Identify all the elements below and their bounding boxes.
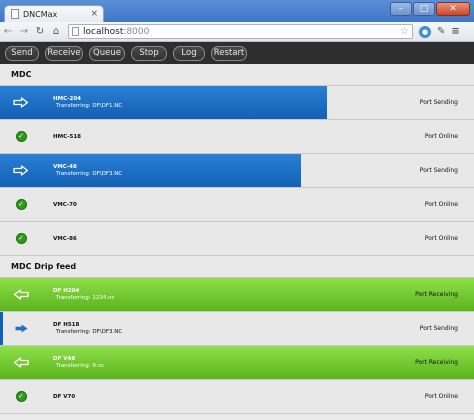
machine-name: DF V70 [53,393,76,400]
minimize-button[interactable]: – [390,2,412,16]
restart-button[interactable]: Restart [211,45,247,61]
check-circle-icon: ✓ [4,131,38,142]
wrench-icon[interactable]: ✎ [437,26,445,37]
menu-icon[interactable]: ≡ [451,26,459,37]
port-status: Port Sending [419,325,458,332]
machine-row[interactable]: ✓ VMC-86 Port Online [0,222,474,256]
transfer-status-text: Transferring: DF\DF1.NC [56,103,123,109]
page-icon [72,27,79,36]
machine-name: HMC-204 [53,96,82,102]
forward-arrow-icon[interactable]: → [16,26,32,37]
tab-title: DNCMax [23,9,58,19]
queue-button[interactable]: Queue [89,45,125,61]
receive-button[interactable]: Receive [45,45,83,61]
machine-row[interactable]: ✓ DF V70 Port Online [0,380,474,414]
back-arrow-icon[interactable]: ← [0,26,16,37]
arrow-right-outline-icon [4,97,38,108]
browser-tab[interactable]: DNCMax × [4,5,104,22]
transfer-status-text: Transferring: DF\DF3.NC [56,329,123,335]
port-status: Port Receiving [415,291,458,298]
port-status: Port Online [424,235,458,242]
transfer-status-text: Transferring: DF\DF3.NC [56,171,123,177]
machine-name: DF H204 [53,288,80,294]
log-button[interactable]: Log [173,45,205,61]
send-button[interactable]: Send [5,45,39,61]
tab-close-icon[interactable]: × [90,9,98,19]
machine-row[interactable]: DF H204 Transferring: 1234.nc Port Receivi… [0,278,474,312]
browser-titlebar: DNCMax × – □ ✕ [0,0,474,22]
url-text: localhost:8000 [83,26,150,37]
arrow-left-outline-icon [4,289,38,300]
port-status: Port Sending [419,99,458,106]
check-circle-icon: ✓ [4,391,38,402]
machine-name: DF H518 [53,322,80,328]
reload-icon[interactable]: ↻ [32,26,48,37]
transfer-status-text: Transferring: 1234.nc [56,295,115,301]
arrow-right-solid-icon [4,324,38,333]
arrow-left-outline-icon [4,357,38,368]
dncmax-app: Send Receive Queue Stop Log Restart MDC H… [0,42,474,420]
page-favicon-icon [11,9,19,19]
machine-row[interactable]: DF V48 Transferring: 9.nc Port Receiving [0,346,474,380]
machine-name: VMC-48 [53,164,77,170]
check-circle-icon: ✓ [4,199,38,210]
window-controls: – □ ✕ [390,2,470,16]
machine-name: HMC-518 [53,133,82,140]
port-status: Port Receiving [415,359,458,366]
home-icon[interactable]: ⌂ [48,26,64,37]
section-title-drip: MDC Drip feed [0,256,474,278]
machine-name: DF V48 [53,356,76,362]
arrow-right-outline-icon [4,165,38,176]
machine-row[interactable]: ✓ VMC-70 Port Online [0,188,474,222]
machine-name: VMC-70 [53,201,77,208]
machine-name: VMC-86 [53,235,77,242]
stop-button[interactable]: Stop [131,45,167,61]
port-status: Port Online [424,201,458,208]
machine-row[interactable]: ✓ HMC-518 Port Online [0,120,474,154]
section-title-mdc: MDC [0,64,474,86]
command-bar: Send Receive Queue Stop Log Restart [0,42,474,64]
browser-toolbar: ← → ↻ ⌂ localhost:8000 ☆ ● ✎ ≡ [0,22,474,42]
address-bar[interactable]: localhost:8000 ☆ [68,24,413,39]
close-window-button[interactable]: ✕ [436,2,470,16]
port-status: Port Online [424,393,458,400]
bookmark-star-icon[interactable]: ☆ [400,26,409,37]
transfer-status-text: Transferring: 9.nc [56,363,105,369]
port-status: Port Online [424,133,458,140]
check-circle-icon: ✓ [4,233,38,244]
maximize-button[interactable]: □ [413,2,435,16]
machine-row[interactable]: VMC-48 Transferring: DF\DF3.NC Port Sendin… [0,154,474,188]
port-status: Port Sending [419,167,458,174]
machine-row[interactable]: DF H518 Transferring: DF\DF3.NC Port Sendi… [0,312,474,346]
extension-icon[interactable]: ● [419,25,431,38]
machine-row[interactable]: HMC-204 Transferring: DF\DF1.NC Port Sendi… [0,86,474,120]
